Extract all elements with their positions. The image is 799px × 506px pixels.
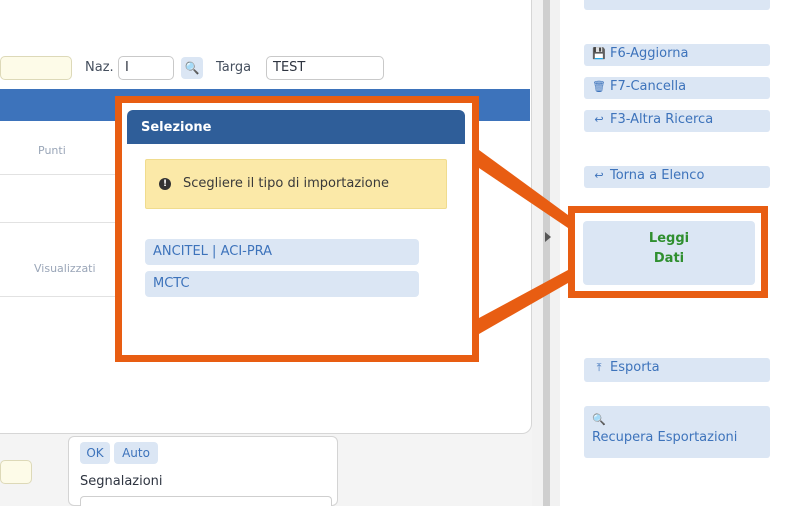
- search-icon: 🔍: [184, 61, 200, 75]
- return-arrow-icon: ↩: [594, 113, 604, 126]
- divider: [0, 174, 130, 175]
- previous-field[interactable]: [0, 56, 72, 80]
- esporta-label: Esporta: [610, 360, 660, 375]
- esporta-button[interactable]: ⤒ Esporta: [584, 358, 770, 382]
- targa-label: Targa: [216, 60, 252, 75]
- aggiorna-label: F6-Aggiorna: [610, 46, 689, 61]
- export-icon: ⤒: [596, 361, 602, 374]
- targa-field[interactable]: TEST: [266, 56, 384, 80]
- option-mctc[interactable]: MCTC: [145, 271, 419, 297]
- torna-elenco-button[interactable]: ↩ Torna a Elenco: [584, 166, 770, 188]
- option-ancitel[interactable]: ANCITEL | ACI-PRA: [145, 239, 419, 265]
- ok-button[interactable]: OK: [80, 442, 110, 464]
- top-action-button[interactable]: [584, 0, 770, 10]
- trash-icon: 🗑: [592, 80, 606, 93]
- torna-elenco-label: Torna a Elenco: [610, 168, 705, 183]
- dati-label: Dati: [653, 251, 685, 266]
- collapse-arrow-icon[interactable]: [545, 232, 551, 242]
- save-icon: 💾: [592, 47, 606, 60]
- divider: [0, 296, 130, 297]
- altra-ricerca-label: F3-Altra Ricerca: [610, 112, 714, 127]
- search-icon: 🔍: [592, 413, 606, 426]
- tab-punti[interactable]: Punti: [38, 144, 66, 157]
- recupera-label: Recupera Esportazioni: [592, 430, 738, 445]
- leggi-label: Leggi: [648, 231, 690, 246]
- splitter-bar[interactable]: [543, 0, 550, 506]
- segnalazioni-field[interactable]: [80, 496, 332, 506]
- recupera-esportazioni-button[interactable]: 🔍 Recupera Esportazioni: [584, 406, 770, 458]
- return-arrow-icon: ↩: [594, 169, 604, 182]
- divider: [0, 222, 130, 223]
- naz-value: I: [125, 60, 129, 75]
- dialog-title: Selezione: [127, 110, 465, 144]
- bottom-field[interactable]: [0, 460, 32, 484]
- naz-search-button[interactable]: 🔍: [181, 57, 203, 79]
- naz-field[interactable]: I: [118, 56, 174, 80]
- altra-ricerca-button[interactable]: ↩ F3-Altra Ricerca: [584, 110, 770, 132]
- cancella-button[interactable]: 🗑 F7-Cancella: [584, 77, 770, 99]
- info-icon: !: [159, 177, 171, 190]
- tab-visualizzati[interactable]: Visualizzati: [34, 262, 96, 275]
- naz-label: Naz.: [85, 60, 114, 75]
- segnalazioni-label: Segnalazioni: [80, 474, 163, 489]
- leggi-dati-button[interactable]: Leggi Dati: [583, 221, 755, 285]
- auto-button[interactable]: Auto: [114, 442, 158, 464]
- cancella-label: F7-Cancella: [610, 79, 687, 94]
- dialog-message-text: Scegliere il tipo di importazione: [183, 176, 389, 191]
- aggiorna-button[interactable]: 💾 F6-Aggiorna: [584, 44, 770, 66]
- dialog-message: ! Scegliere il tipo di importazione: [145, 159, 447, 209]
- targa-value: TEST: [273, 60, 306, 75]
